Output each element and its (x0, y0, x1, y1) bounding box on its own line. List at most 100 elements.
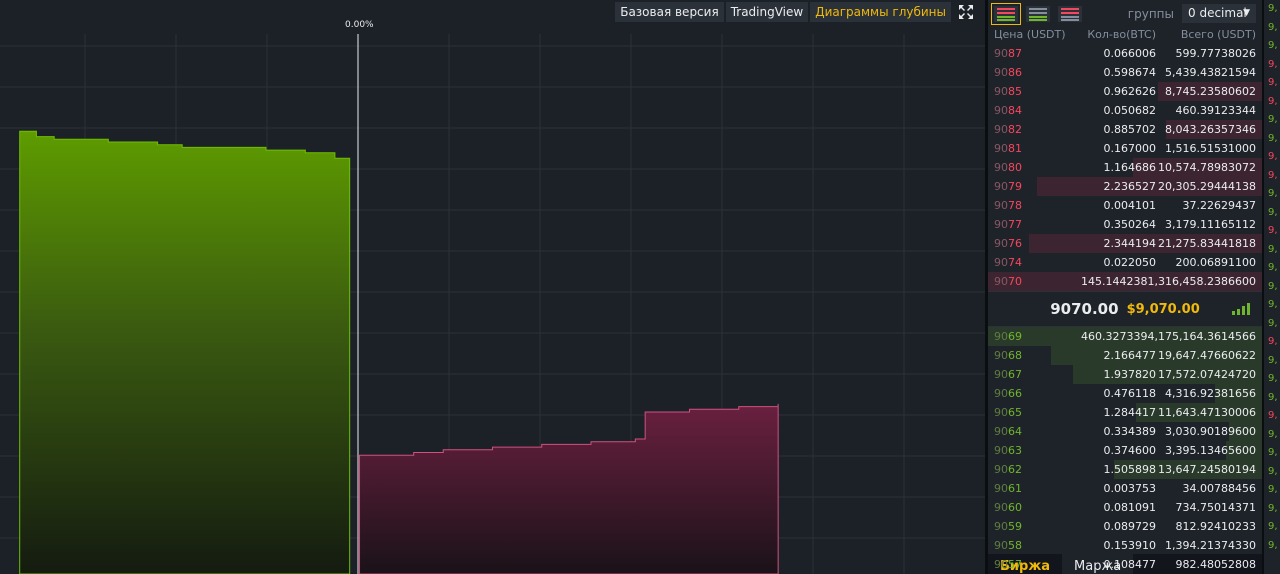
order-book-toolbar: группы 0 decimal ▼ (988, 0, 1262, 28)
order-book: группы 0 decimal ▼ Цена (USDT) Кол-во(BT… (988, 0, 1262, 574)
price-prefix: 90 (994, 539, 1008, 552)
groups-select-value: 0 decimal (1188, 6, 1247, 20)
price-prefix: 90 (994, 387, 1008, 400)
row-price: 9061 (994, 479, 1074, 498)
trade-row: 9, (1268, 169, 1278, 181)
row-price: 9077 (994, 215, 1074, 234)
row-qty: 2.166477 (1103, 349, 1157, 362)
trade-row: 9, (1268, 151, 1278, 162)
price-suffix: 81 (1008, 142, 1022, 155)
row-qty: 1.284417 (1103, 406, 1157, 419)
ask-row[interactable]: 9084 0.050682 460.39123344 (988, 101, 1262, 120)
row-qty: 0.089729 (1103, 520, 1157, 533)
row-qty: 0.108477 (1103, 558, 1157, 571)
ask-row[interactable]: 9081 0.167000 1,516.51531000 (988, 139, 1262, 158)
trade-row: 9, (1268, 521, 1278, 532)
bid-row[interactable]: 9067 1.937820 17,572.07424720 (988, 365, 1262, 384)
last-price-usd: $9,070.00 (1126, 301, 1200, 317)
bid-row[interactable]: 9059 0.089729 812.92410233 (988, 517, 1262, 536)
bid-row[interactable]: 9066 0.476118 4,316.92381656 (988, 384, 1262, 403)
row-price: 9057 (994, 555, 1074, 574)
ask-row[interactable]: 9085 0.962626 8,745.23580602 (988, 82, 1262, 101)
groups-select[interactable]: 0 decimal ▼ (1182, 4, 1256, 23)
row-total: 1,394.21374330 (1165, 539, 1256, 552)
bid-row[interactable]: 9064 0.334389 3,030.90189600 (988, 422, 1262, 441)
bid-row[interactable]: 9068 2.166477 19,647.47660622 (988, 346, 1262, 365)
row-qty: 0.885702 (1103, 123, 1157, 136)
mid-percent-label: 0.00% (345, 20, 374, 30)
bid-row[interactable]: 9057 0.108477 982.48052808 (988, 555, 1262, 574)
price-suffix: 67 (1008, 368, 1022, 381)
ask-row[interactable]: 9086 0.598674 5,439.43821594 (988, 63, 1262, 82)
bid-row[interactable]: 9060 0.081091 734.75014371 (988, 498, 1262, 517)
row-price: 9070 (994, 272, 1070, 291)
row-price: 9067 (994, 365, 1074, 384)
row-total: 19,647.47660622 (1158, 349, 1256, 362)
ask-row[interactable]: 9078 0.004101 37.22629437 (988, 196, 1262, 215)
header-price: Цена (USDT) (994, 28, 1066, 41)
trade-row: 9, (1268, 3, 1278, 14)
bid-row[interactable]: 9062 1.505898 13,647.24580194 (988, 460, 1262, 479)
row-price: 9065 (994, 403, 1074, 422)
last-price: 9070.00 (1050, 300, 1119, 318)
bid-row[interactable]: 9069 460.327339 4,175,164.3614566 (988, 327, 1262, 346)
price-suffix: 69 (1008, 330, 1022, 343)
book-both-icon[interactable] (991, 3, 1021, 25)
row-total: 812.92410233 (1175, 520, 1256, 533)
ask-row[interactable]: 9087 0.066006 599.77738026 (988, 44, 1262, 63)
row-qty: 2.344194 (1103, 237, 1157, 250)
ask-row[interactable]: 9076 2.344194 21,275.83441818 (988, 234, 1262, 253)
row-total: 734.75014371 (1175, 501, 1256, 514)
price-suffix: 57 (1008, 558, 1022, 571)
row-price: 9079 (994, 177, 1074, 196)
row-total: 200.06891100 (1175, 256, 1256, 269)
row-total: 17,572.07424720 (1158, 368, 1256, 381)
book-bids-icon[interactable] (1024, 4, 1052, 24)
row-qty: 0.022050 (1103, 256, 1157, 269)
row-qty: 460.327339 (1081, 330, 1148, 343)
bid-row[interactable]: 9058 0.153910 1,394.21374330 (988, 536, 1262, 555)
ask-row[interactable]: 9080 1.164686 10,574.78983072 (988, 158, 1262, 177)
bid-row[interactable]: 9065 1.284417 11,643.47130006 (988, 403, 1262, 422)
price-suffix: 76 (1008, 237, 1022, 250)
row-price: 9058 (994, 536, 1074, 555)
ask-row[interactable]: 9082 0.885702 8,043.26357346 (988, 120, 1262, 139)
price-suffix: 78 (1008, 199, 1022, 212)
price-prefix: 90 (994, 66, 1008, 79)
ask-row[interactable]: 9077 0.350264 3,179.11165112 (988, 215, 1262, 234)
bid-row[interactable]: 9061 0.003753 34.00788456 (988, 479, 1262, 498)
row-price: 9068 (994, 346, 1074, 365)
trade-row: 9, (1268, 428, 1278, 440)
row-total: 3,179.11165112 (1165, 218, 1256, 231)
price-prefix: 90 (994, 85, 1008, 98)
row-qty: 0.350264 (1103, 218, 1157, 231)
trade-row: 9, (1268, 391, 1278, 403)
price-suffix: 63 (1008, 444, 1022, 457)
price-suffix: 84 (1008, 104, 1022, 117)
book-asks-icon[interactable] (1056, 4, 1084, 24)
price-prefix: 90 (994, 349, 1008, 362)
depth-chart[interactable] (0, 0, 985, 574)
price-suffix: 70 (1008, 275, 1022, 288)
expand-icon[interactable] (953, 2, 979, 22)
trade-row: 9, (1268, 58, 1278, 70)
trade-row: 9, (1268, 317, 1278, 329)
depth-chart-button[interactable]: Диаграммы глубины (810, 2, 951, 22)
row-total: 5,439.43821594 (1165, 66, 1256, 79)
row-qty: 0.476118 (1103, 387, 1157, 400)
row-total: 599.77738026 (1175, 47, 1256, 60)
depth-chart-panel: 0.00% Базовая версия TradingView Диаграм… (0, 0, 985, 574)
row-qty: 0.167000 (1103, 142, 1157, 155)
row-total: 8,043.26357346 (1165, 123, 1256, 136)
ask-row[interactable]: 9070 145.144238 1,316,458.2386600 (988, 272, 1262, 291)
tradingview-button[interactable]: TradingView (725, 2, 809, 22)
last-price-row: 9070.00 $9,070.00 (988, 291, 1262, 327)
basic-version-button[interactable]: Базовая версия (615, 2, 724, 22)
ask-row[interactable]: 9074 0.022050 200.06891100 (988, 253, 1262, 272)
price-prefix: 90 (994, 406, 1008, 419)
bid-row[interactable]: 9063 0.374600 3,395.13465600 (988, 441, 1262, 460)
row-qty: 1.937820 (1103, 368, 1157, 381)
ask-row[interactable]: 9079 2.236527 20,305.29444138 (988, 177, 1262, 196)
price-prefix: 90 (994, 520, 1008, 533)
row-qty: 0.066006 (1103, 47, 1157, 60)
